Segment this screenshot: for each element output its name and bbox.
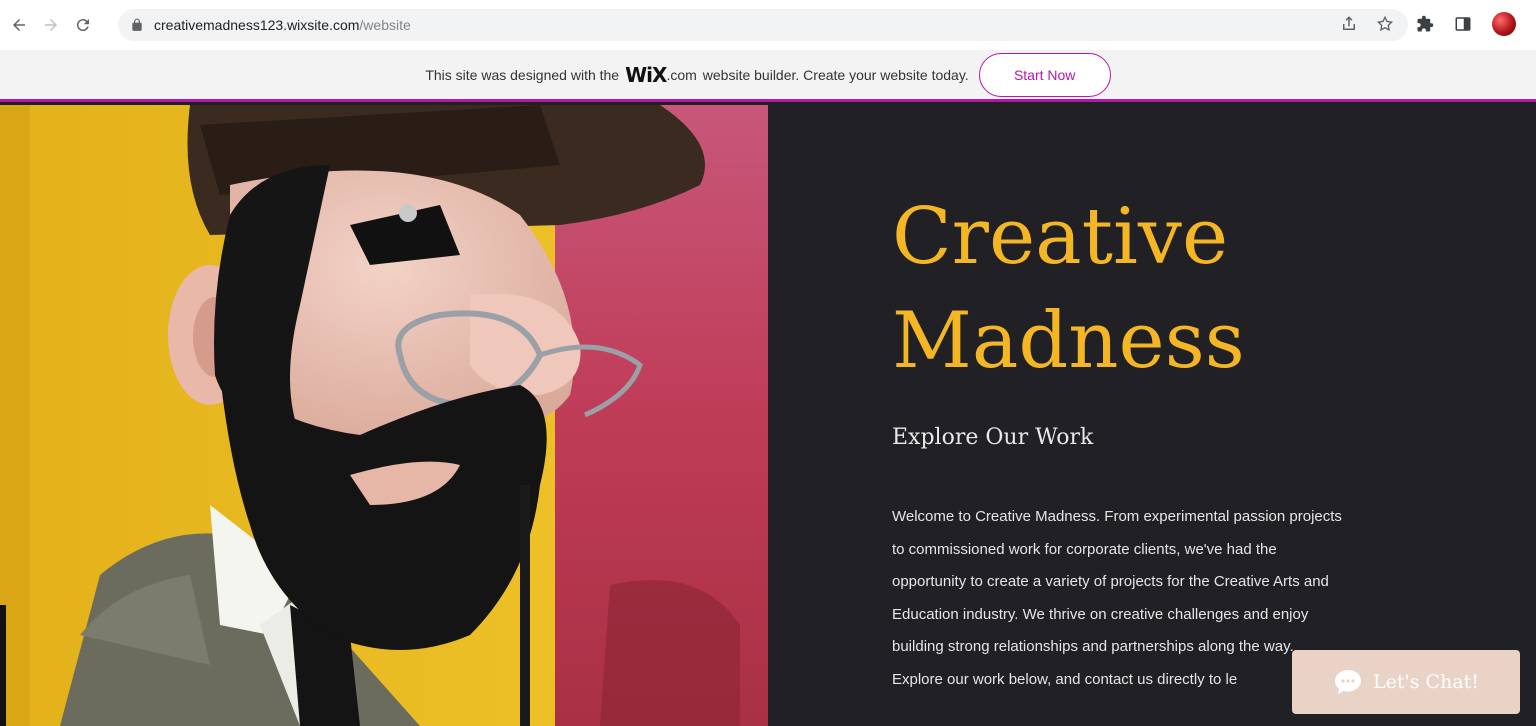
hero-title-line2: Madness (892, 296, 1245, 386)
banner-text-before: This site was designed with the (425, 66, 620, 83)
hero-title-line1: Creative (892, 192, 1229, 282)
address-bar[interactable]: creativemadness123.wixsite.com/website (118, 9, 1408, 41)
banner-message: This site was designed with the WiX .com … (425, 63, 968, 87)
wix-logo-domain: .com (666, 66, 697, 83)
wix-promo-banner: This site was designed with the WiX .com … (0, 50, 1536, 102)
chat-label: Let's Chat! (1373, 671, 1479, 693)
banner-text-after: website builder. Create your website tod… (702, 66, 969, 83)
chat-bubble-icon (1335, 670, 1362, 694)
back-arrow-icon (13, 19, 25, 31)
body-line: Education industry. We thrive on creativ… (892, 605, 1309, 623)
start-now-button[interactable]: Start Now (978, 52, 1111, 97)
reload-button[interactable] (70, 12, 96, 38)
reload-icon (76, 19, 89, 32)
forward-arrow-icon (45, 19, 57, 31)
hero-title: Creative Madness (892, 185, 1452, 393)
hero-image (0, 105, 768, 726)
puppet-photo (0, 105, 768, 726)
lock-icon (132, 18, 142, 31)
lets-chat-button[interactable]: Let's Chat! (1292, 650, 1520, 714)
body-line: to commissioned work for corporate clien… (892, 540, 1277, 558)
back-button[interactable] (6, 12, 32, 38)
url-host: creativemadness123.wixsite.com (154, 17, 360, 33)
body-line: opportunity to create a variety of proje… (892, 573, 1329, 590)
body-line: Welcome to Creative Madness. From experi… (892, 508, 1342, 525)
wix-logo[interactable]: WiX (625, 63, 667, 87)
url-text[interactable]: creativemadness123.wixsite.com/website (154, 17, 411, 33)
share-icon[interactable] (1340, 15, 1358, 33)
hero-subtitle: Explore Our Work (892, 425, 1094, 450)
hero-text-panel: Creative Madness Explore Our Work Welcom… (768, 105, 1536, 726)
forward-button[interactable] (38, 12, 64, 38)
profile-avatar[interactable] (1492, 12, 1516, 36)
extensions-icon[interactable] (1416, 15, 1434, 33)
url-path: /website (359, 17, 411, 33)
browser-toolbar: creativemadness123.wixsite.com/website (0, 0, 1536, 50)
side-panel-icon[interactable] (1454, 15, 1472, 33)
star-icon[interactable] (1376, 15, 1394, 33)
